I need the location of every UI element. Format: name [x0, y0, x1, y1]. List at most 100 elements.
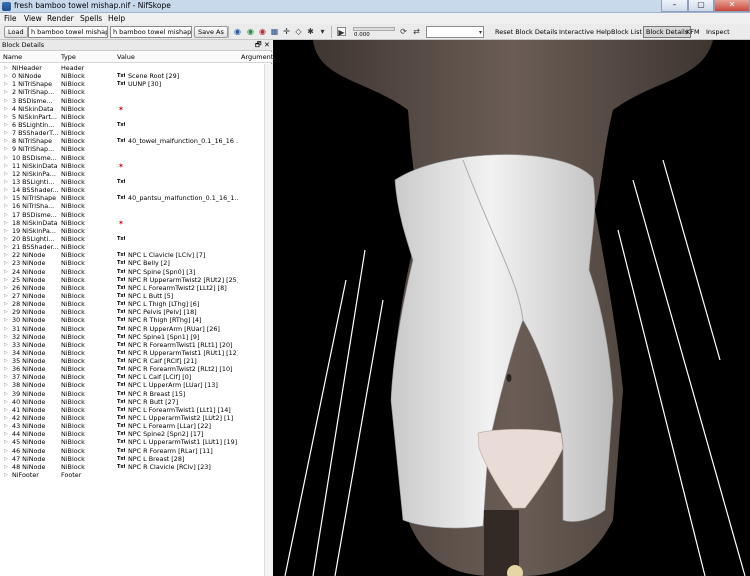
expand-icon[interactable]: ▷ — [4, 178, 9, 186]
expand-icon[interactable]: ▷ — [4, 447, 9, 455]
maximize-button[interactable]: ▢ — [688, 0, 714, 12]
inspect-link[interactable]: Inspect — [706, 28, 730, 36]
table-row[interactable]: ▷ 31 NiNode NiBlock Txt NPC R UpperArm [RUar… — [0, 325, 272, 333]
expand-icon[interactable]: ▷ — [4, 365, 9, 373]
expand-icon[interactable]: ▷ — [4, 300, 9, 308]
menu-render[interactable]: Render — [47, 14, 74, 23]
table-row[interactable]: ▷ 15 NiTriShape NiBlock Txt 40_pantsu_malfun… — [0, 194, 272, 202]
table-row[interactable]: ▷ 33 NiNode NiBlock Txt NPC R ForearmTwist1 … — [0, 341, 272, 349]
table-row[interactable]: ▷ 24 NiNode NiBlock Txt NPC Spine [Spn0] [3] — [0, 268, 272, 276]
eye-icon[interactable]: ◉ — [246, 27, 255, 36]
reset-block-details-link[interactable]: Reset Block Details — [495, 28, 557, 36]
table-row[interactable]: ▷ 26 NiNode NiBlock Txt NPC L ForearmTwist2 … — [0, 284, 272, 292]
expand-icon[interactable]: ▷ — [4, 349, 9, 357]
table-row[interactable]: ▷ 10 BSDisme... NiBlock — [0, 154, 272, 162]
expand-icon[interactable]: ▷ — [4, 373, 9, 381]
expand-icon[interactable]: ▷ — [4, 121, 9, 129]
expand-icon[interactable]: ▷ — [4, 202, 9, 210]
table-row[interactable]: ▷ 44 NiNode NiBlock Txt NPC Spine2 [Spn2] [1… — [0, 430, 272, 438]
table-row[interactable]: ▷ 20 BSLighti... NiBlock Txt — [0, 235, 272, 243]
block-details-link[interactable]: Block Details — [643, 26, 692, 38]
table-row[interactable]: ▷ 34 NiNode NiBlock Txt NPC R UpperarmTwist1… — [0, 349, 272, 357]
expand-icon[interactable]: ▷ — [4, 97, 9, 105]
table-row[interactable]: ▷ 29 NiNode NiBlock Txt NPC Pelvis [Pelv] [1… — [0, 308, 272, 316]
chevron-down-icon[interactable]: ▾ — [318, 27, 327, 36]
expand-icon[interactable]: ▷ — [4, 381, 9, 389]
expand-icon[interactable]: ▷ — [4, 455, 9, 463]
column-argument[interactable]: Argument — [241, 53, 273, 61]
table-row[interactable]: ▷ 47 NiNode NiBlock Txt NPC L Breast [28] — [0, 455, 272, 463]
load-button[interactable]: Load — [4, 26, 28, 38]
expand-icon[interactable]: ▷ — [4, 430, 9, 438]
expand-icon[interactable]: ▷ — [4, 341, 9, 349]
table-row[interactable]: ▷ 46 NiNode NiBlock Txt NPC R Forearm [RLar]… — [0, 447, 272, 455]
table-row[interactable]: ▷ 28 NiNode NiBlock Txt NPC L Thigh [LThg] [… — [0, 300, 272, 308]
expand-icon[interactable]: ▷ — [4, 414, 9, 422]
expand-icon[interactable]: ▷ — [4, 284, 9, 292]
table-row[interactable]: ▷ 12 NiSkinPa... NiBlock — [0, 170, 272, 178]
expand-icon[interactable]: ▷ — [4, 422, 9, 430]
expand-icon[interactable]: ▷ — [4, 80, 9, 88]
table-row[interactable]: ▷ 11 NiSkinData NiBlock ✶ — [0, 162, 272, 170]
menu-file[interactable]: File — [4, 14, 17, 23]
expand-icon[interactable]: ▷ — [4, 105, 9, 113]
expand-icon[interactable]: ▷ — [4, 219, 9, 227]
table-row[interactable]: ▷ 22 NiNode NiBlock Txt NPC L Clavicle [LClv… — [0, 251, 272, 259]
table-row[interactable]: ▷ 6 BSLightin... NiBlock Txt — [0, 121, 272, 129]
table-row[interactable]: ▷ 4 NiSkinData NiBlock ✶ — [0, 105, 272, 113]
table-row[interactable]: ▷ 38 NiNode NiBlock Txt NPC L UpperArm [LUar… — [0, 381, 272, 389]
table-row[interactable]: ▷ NiHeader Header — [0, 64, 272, 72]
expand-icon[interactable]: ▷ — [4, 113, 9, 121]
table-row[interactable]: ▷ 30 NiNode NiBlock Txt NPC R Thigh [RThg] [… — [0, 316, 272, 324]
close-panel-icon[interactable]: ✕ — [264, 41, 270, 49]
table-row[interactable]: ▷ 41 NiNode NiBlock Txt NPC L ForearmTwist1 … — [0, 406, 272, 414]
menu-help[interactable]: Help — [108, 14, 125, 23]
expand-icon[interactable]: ▷ — [4, 170, 9, 178]
column-type[interactable]: Type — [61, 53, 76, 61]
table-row[interactable]: ▷ 1 NiTriShape NiBlock Txt UUNP [30] — [0, 80, 272, 88]
table-row[interactable]: ▷ 45 NiNode NiBlock Txt NPC L UpperarmTwist1… — [0, 438, 272, 446]
play-icon[interactable]: ▶ — [337, 27, 346, 37]
table-row[interactable]: ▷ 23 NiNode NiBlock Txt NPC Belly [2] — [0, 259, 272, 267]
expand-icon[interactable]: ▷ — [4, 88, 9, 96]
menu-spells[interactable]: Spells — [80, 14, 102, 23]
expand-icon[interactable]: ▷ — [4, 194, 9, 202]
table-row[interactable]: ▷ 0 NiNode NiBlock Txt Scene Root [29] — [0, 72, 272, 80]
table-row[interactable]: ▷ 16 NiTriSha... NiBlock — [0, 202, 272, 210]
expand-icon[interactable]: ▷ — [4, 276, 9, 284]
expand-icon[interactable]: ▷ — [4, 463, 9, 471]
table-row[interactable]: ▷ 7 BSShaderT... NiBlock — [0, 129, 272, 137]
float-panel-icon[interactable]: 🗗 — [255, 41, 262, 52]
table-row[interactable]: ▷ 32 NiNode NiBlock Txt NPC Spine1 [Spn1] [9… — [0, 333, 272, 341]
eye-icon[interactable]: ◉ — [233, 27, 242, 36]
table-row[interactable]: ▷ 40 NiNode NiBlock Txt NPC R Butt [27] — [0, 398, 272, 406]
table-row[interactable]: ▷ 27 NiNode NiBlock Txt NPC L Butt [5] — [0, 292, 272, 300]
expand-icon[interactable]: ▷ — [4, 243, 9, 251]
expand-icon[interactable]: ▷ — [4, 398, 9, 406]
expand-icon[interactable]: ▷ — [4, 154, 9, 162]
expand-icon[interactable]: ▷ — [4, 235, 9, 243]
loop-icon[interactable]: ⟳ — [399, 27, 408, 36]
table-row[interactable]: ▷ 37 NiNode NiBlock Txt NPC L Calf [LClf] [0… — [0, 373, 272, 381]
expand-icon[interactable]: ▷ — [4, 64, 9, 72]
table-row[interactable]: ▷ 39 NiNode NiBlock Txt NPC R Breast [15] — [0, 390, 272, 398]
render-viewport[interactable] — [273, 40, 750, 576]
expand-icon[interactable]: ▷ — [4, 259, 9, 267]
expand-icon[interactable]: ▷ — [4, 227, 9, 235]
table-row[interactable]: ▷ 43 NiNode NiBlock Txt NPC L Forearm [LLar]… — [0, 422, 272, 430]
expand-icon[interactable]: ▷ — [4, 406, 9, 414]
expand-icon[interactable]: ▷ — [4, 292, 9, 300]
expand-icon[interactable]: ▷ — [4, 357, 9, 365]
table-row[interactable]: ▷ 18 NiSkinData NiBlock ✶ — [0, 219, 272, 227]
table-row[interactable]: ▷ 9 NiTriShap... NiBlock — [0, 145, 272, 153]
expand-icon[interactable]: ▷ — [4, 129, 9, 137]
expand-icon[interactable]: ▷ — [4, 72, 9, 80]
table-row[interactable]: ▷ 42 NiNode NiBlock Txt NPC L UpperarmTwist2… — [0, 414, 272, 422]
table-row[interactable]: ▷ 36 NiNode NiBlock Txt NPC R ForearmTwist2 … — [0, 365, 272, 373]
interactive-help-link[interactable]: Interactive Help — [559, 28, 611, 36]
expand-icon[interactable]: ▷ — [4, 308, 9, 316]
table-row[interactable]: ▷ 25 NiNode NiBlock Txt NPC R UpperarmTwist2… — [0, 276, 272, 284]
vertical-scrollbar[interactable] — [264, 64, 272, 576]
minimize-button[interactable]: – — [661, 0, 688, 12]
save-as-button[interactable]: Save As — [194, 26, 228, 38]
